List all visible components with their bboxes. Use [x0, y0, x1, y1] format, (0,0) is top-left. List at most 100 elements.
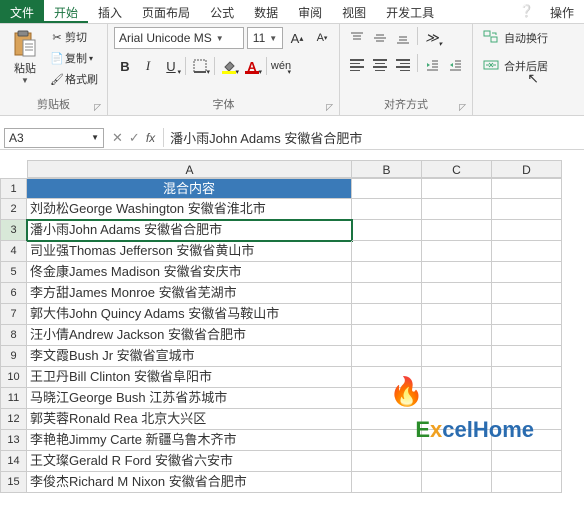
- chevron-down-icon: ▼: [21, 76, 29, 85]
- table-row: 11马晓江George Bush 江苏省苏城市: [0, 388, 584, 409]
- data-cell[interactable]: 李方甜James Monroe 安徽省芜湖市: [27, 283, 352, 304]
- decrease-font-button[interactable]: A▾: [311, 27, 333, 49]
- table-row: 5佟金康James Madison 安徽省安庆市: [0, 262, 584, 283]
- table-row: 7郭大伟John Quincy Adams 安徽省马鞍山市: [0, 304, 584, 325]
- table-row: 12郭芙蓉Ronald Rea 北京大兴区: [0, 409, 584, 430]
- increase-indent-button[interactable]: [444, 54, 466, 76]
- group-clipboard: 粘贴 ▼ ✂剪切 📄复制▾ 🖌格式刷 剪贴板◸: [0, 24, 108, 115]
- align-middle-button[interactable]: [369, 27, 391, 49]
- data-cell[interactable]: 李艳艳Jimmy Carte 新疆乌鲁木齐市: [27, 430, 352, 451]
- data-cell[interactable]: 李文霞Bush Jr 安徽省宣城市: [27, 346, 352, 367]
- format-painter-button[interactable]: 🖌格式刷: [46, 69, 101, 89]
- paste-button[interactable]: 粘贴 ▼: [6, 27, 44, 94]
- italic-button[interactable]: I: [137, 55, 159, 77]
- tab-developer[interactable]: 开发工具: [376, 0, 444, 23]
- tab-data[interactable]: 数据: [244, 0, 288, 23]
- increase-font-button[interactable]: A▴: [286, 27, 308, 49]
- data-cell[interactable]: 郭大伟John Quincy Adams 安徽省马鞍山市: [27, 304, 352, 325]
- data-cell[interactable]: 司业强Thomas Jefferson 安徽省黄山市: [27, 241, 352, 262]
- align-left-button[interactable]: [346, 54, 368, 76]
- font-size-combo[interactable]: 11▼: [247, 27, 283, 49]
- fill-color-button[interactable]: ▾: [218, 55, 240, 77]
- merge-center-button[interactable]: 合并后居: [479, 55, 552, 77]
- table-row: 1混合内容: [0, 178, 584, 199]
- row-header[interactable]: 13: [0, 430, 27, 451]
- tab-review[interactable]: 审阅: [288, 0, 332, 23]
- data-cell[interactable]: 郭芙蓉Ronald Rea 北京大兴区: [27, 409, 352, 430]
- chevron-down-icon: ▼: [91, 133, 99, 142]
- data-cell[interactable]: 佟金康James Madison 安徽省安庆市: [27, 262, 352, 283]
- row-header[interactable]: 5: [0, 262, 27, 283]
- row-header[interactable]: 6: [0, 283, 27, 304]
- formula-bar[interactable]: 潘小雨John Adams 安徽省合肥市: [163, 128, 584, 147]
- row-header[interactable]: 10: [0, 367, 27, 388]
- dialog-launcher-icon[interactable]: ◸: [459, 102, 466, 113]
- tab-insert[interactable]: 插入: [88, 0, 132, 23]
- chevron-down-icon: ▾: [177, 68, 181, 76]
- chevron-down-icon: ▼: [216, 34, 224, 43]
- paste-label: 粘贴: [14, 60, 36, 76]
- cancel-formula-button[interactable]: ✕: [112, 130, 123, 146]
- decrease-indent-button[interactable]: [421, 54, 443, 76]
- help-icon[interactable]: ❔: [513, 0, 540, 23]
- col-header-c[interactable]: C: [422, 160, 492, 178]
- data-cell[interactable]: 王文璨Gerald R Ford 安徽省六安市: [27, 451, 352, 472]
- row-header[interactable]: 7: [0, 304, 27, 325]
- tab-home[interactable]: 开始: [44, 0, 88, 23]
- wrap-text-button[interactable]: 自动换行: [479, 27, 552, 49]
- bold-button[interactable]: B: [114, 55, 136, 77]
- data-cell[interactable]: 王卫丹Bill Clinton 安徽省阜阳市: [27, 367, 352, 388]
- chevron-down-icon: ▾: [206, 68, 210, 76]
- row-header[interactable]: 1: [0, 178, 27, 199]
- font-name-combo[interactable]: Arial Unicode MS▼: [114, 27, 244, 49]
- confirm-formula-button[interactable]: ✓: [129, 130, 140, 146]
- dialog-launcher-icon[interactable]: ◸: [326, 102, 333, 113]
- data-cell[interactable]: 刘劲松George Washington 安徽省淮北市: [27, 199, 352, 220]
- data-cell[interactable]: 汪小倩Andrew Jackson 安徽省合肥市: [27, 325, 352, 346]
- table-row: 4司业强Thomas Jefferson 安徽省黄山市: [0, 241, 584, 262]
- row-header[interactable]: 4: [0, 241, 27, 262]
- scissors-icon: ✂: [49, 31, 65, 44]
- copy-button[interactable]: 📄复制▾: [46, 48, 101, 68]
- table-row: 14王文璨Gerald R Ford 安徽省六安市: [0, 451, 584, 472]
- row-header[interactable]: 3: [0, 220, 27, 241]
- tab-file[interactable]: 文件: [0, 0, 44, 23]
- col-header-d[interactable]: D: [492, 160, 562, 178]
- tab-view[interactable]: 视图: [332, 0, 376, 23]
- dialog-launcher-icon[interactable]: ◸: [94, 102, 101, 113]
- row-header[interactable]: 11: [0, 388, 27, 409]
- align-bottom-button[interactable]: [392, 27, 414, 49]
- fx-icon[interactable]: fx: [146, 131, 155, 145]
- group-alignment: ≫▾ 对齐方式◸: [340, 24, 473, 115]
- tab-action[interactable]: 操作: [540, 0, 584, 23]
- row-header[interactable]: 2: [0, 199, 27, 220]
- tab-page-layout[interactable]: 页面布局: [132, 0, 200, 23]
- formula-bar-row: A3▼ ✕ ✓ fx 潘小雨John Adams 安徽省合肥市: [0, 126, 584, 150]
- row-header[interactable]: 12: [0, 409, 27, 430]
- cut-button[interactable]: ✂剪切: [46, 27, 101, 47]
- col-header-a[interactable]: A: [27, 160, 352, 178]
- orientation-button[interactable]: ≫▾: [421, 27, 443, 49]
- align-center-button[interactable]: [369, 54, 391, 76]
- row-header[interactable]: 15: [0, 472, 27, 493]
- ribbon: 粘贴 ▼ ✂剪切 📄复制▾ 🖌格式刷 剪贴板◸ Arial Unicode MS…: [0, 24, 584, 116]
- col-header-b[interactable]: B: [352, 160, 422, 178]
- row-header[interactable]: 8: [0, 325, 27, 346]
- spreadsheet: A B C D 1混合内容2刘劲松George Washington 安徽省淮北…: [0, 160, 584, 493]
- phonetic-button[interactable]: wén▾: [270, 55, 292, 77]
- tab-formula[interactable]: 公式: [200, 0, 244, 23]
- name-box[interactable]: A3▼: [4, 128, 104, 148]
- row-header[interactable]: 14: [0, 451, 27, 472]
- align-right-button[interactable]: [392, 54, 414, 76]
- underline-button[interactable]: U▾: [160, 55, 182, 77]
- column-headers: A B C D: [27, 160, 584, 178]
- row-header[interactable]: 9: [0, 346, 27, 367]
- data-cell[interactable]: 马晓江George Bush 江苏省苏城市: [27, 388, 352, 409]
- data-cell[interactable]: 李俊杰Richard M Nixon 安徽省合肥市: [27, 472, 352, 493]
- table-row: 3潘小雨John Adams 安徽省合肥市: [0, 220, 584, 241]
- align-top-button[interactable]: [346, 27, 368, 49]
- header-cell[interactable]: 混合内容: [27, 178, 352, 199]
- border-button[interactable]: ▾: [189, 55, 211, 77]
- font-color-button[interactable]: A▾: [241, 55, 263, 77]
- data-cell[interactable]: 潘小雨John Adams 安徽省合肥市: [27, 220, 352, 241]
